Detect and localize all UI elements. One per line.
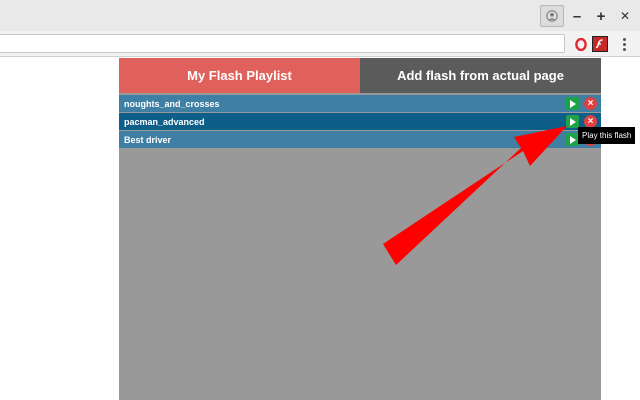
tooltip: Play this flash xyxy=(578,127,636,144)
red-arrow-icon xyxy=(383,126,567,265)
